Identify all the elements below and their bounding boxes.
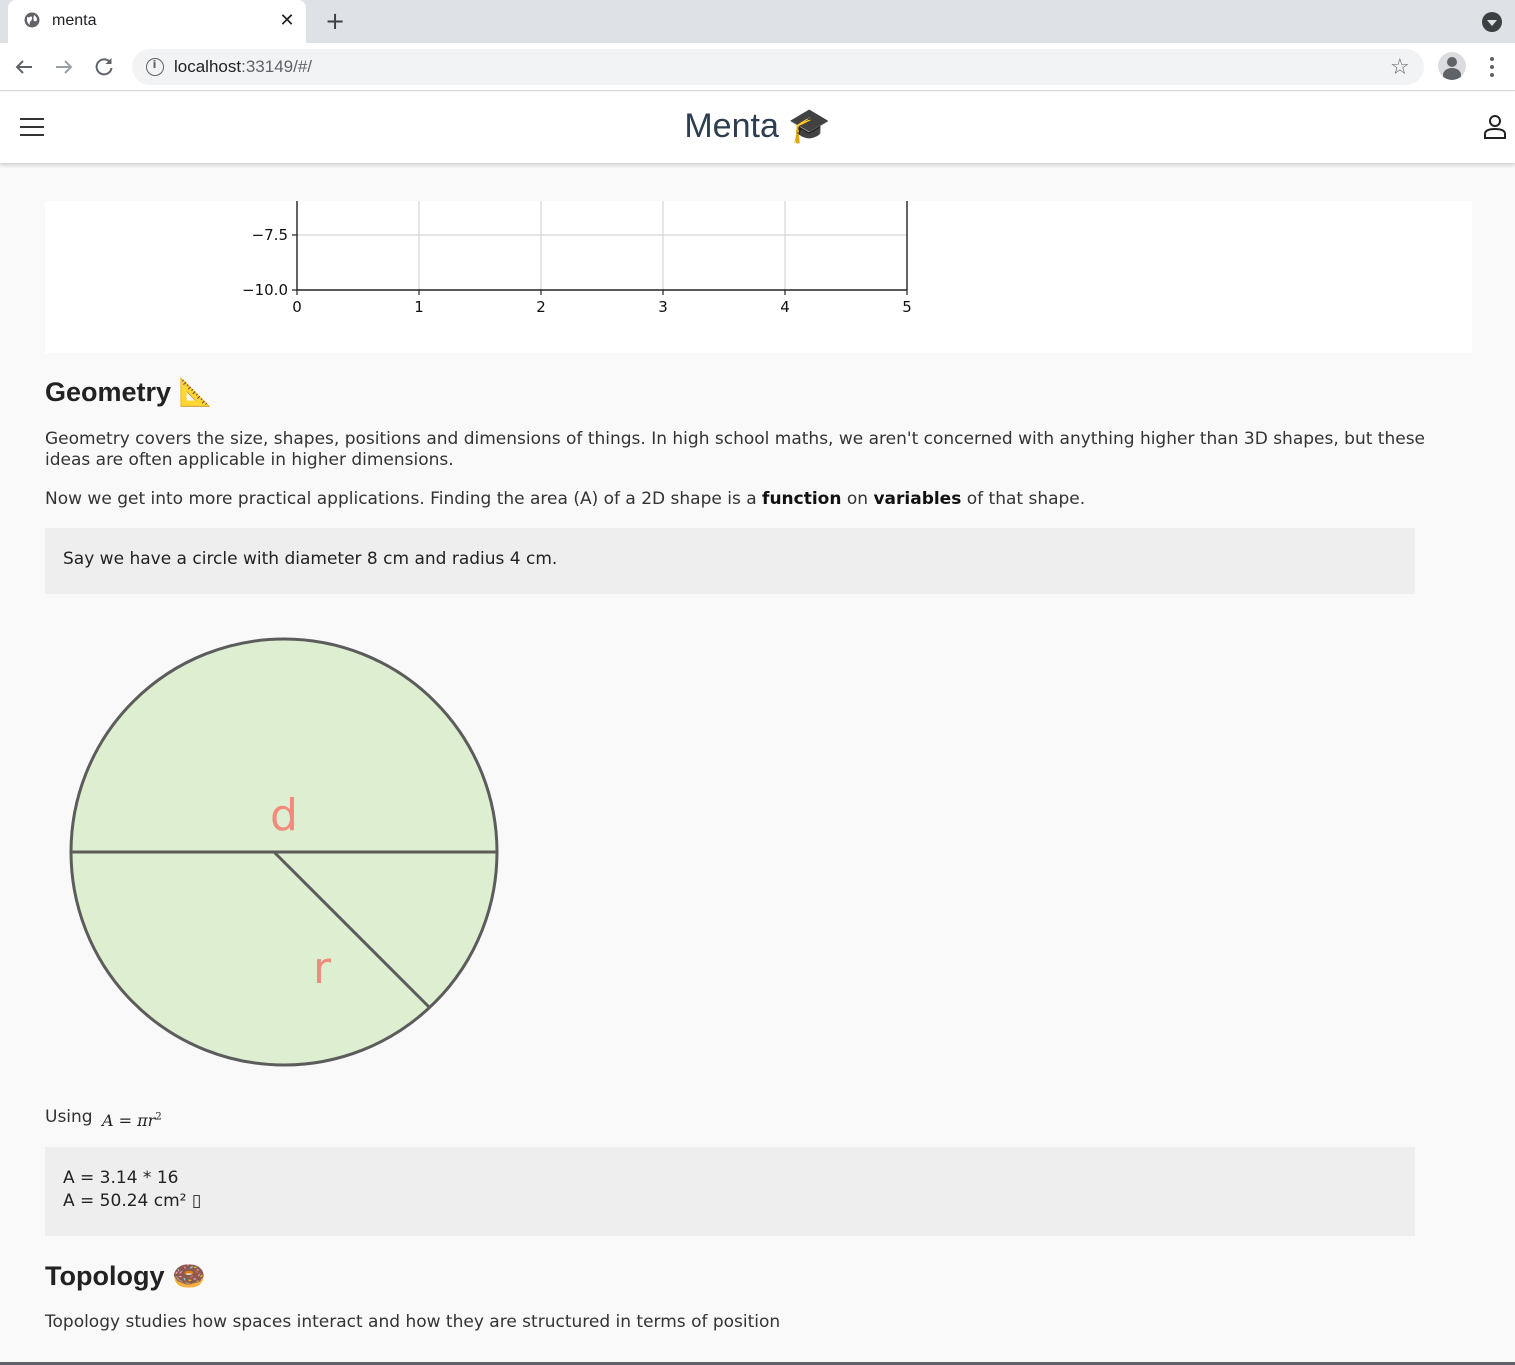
calculation-block: A = 3.14 * 16 A = 50.24 cm² ▯: [45, 1147, 1415, 1236]
user-account-icon[interactable]: [1483, 114, 1507, 140]
chart-card: 0 1 2 3 4 5 −7.5 −10.0: [45, 201, 1472, 353]
diameter-label: d: [270, 790, 298, 841]
globe-icon: [24, 12, 40, 28]
app-title: Menta 🎓: [684, 107, 831, 145]
tab-title: menta: [52, 12, 97, 29]
address-bar[interactable]: localhost:33149/#/ ☆: [132, 49, 1424, 85]
reload-icon[interactable]: [90, 53, 118, 81]
topology-heading: Topology 🍩: [45, 1261, 206, 1291]
function-term: function: [762, 489, 842, 509]
site-info-icon[interactable]: [146, 58, 164, 76]
y-tick-label: −10.0: [242, 281, 288, 299]
line-chart: 0 1 2 3 4 5 −7.5 −10.0: [242, 201, 912, 316]
new-tab-button[interactable]: +: [322, 8, 348, 34]
using-label: Using: [45, 1107, 93, 1127]
circle-note: Say we have a circle with diameter 8 cm …: [45, 528, 1415, 594]
browser-tab[interactable]: menta ✕: [8, 0, 306, 43]
variables-term: variables: [873, 489, 962, 509]
browser-toolbar: localhost:33149/#/ ☆: [0, 43, 1515, 91]
x-tick-label: 3: [658, 298, 668, 316]
y-tick-label: −7.5: [252, 226, 288, 244]
geometry-paragraph-2: Now we get into more practical applicati…: [45, 489, 1086, 509]
url-text: localhost:33149/#/: [174, 57, 313, 76]
x-tick-label: 4: [780, 298, 790, 316]
tab-search-icon[interactable]: [1482, 12, 1502, 32]
x-tick-label: 0: [292, 298, 302, 316]
browser-tab-bar: menta ✕ +: [0, 0, 1515, 43]
calc-line-1: A = 3.14 * 16: [63, 1168, 179, 1188]
close-tab-icon[interactable]: ✕: [278, 12, 296, 30]
calc-line-2: A = 50.24 cm² ▯: [63, 1191, 202, 1211]
x-tick-label: 5: [902, 298, 912, 316]
x-tick-label: 2: [536, 298, 546, 316]
forward-icon[interactable]: [50, 53, 78, 81]
area-formula: A = πr2: [102, 1111, 162, 1130]
profile-avatar-icon[interactable]: [1438, 52, 1466, 80]
geometry-paragraph-1: Geometry covers the size, shapes, positi…: [45, 429, 1426, 470]
main-content: 0 1 2 3 4 5 −7.5 −10.0 Geometry 📐 Geometry cove…: [0, 163, 1515, 1362]
topology-paragraph-1: Topology studies how spaces interact and…: [45, 1312, 781, 1332]
formula-line: Using A = πr2: [45, 1107, 162, 1130]
app-header: Menta 🎓: [0, 92, 1515, 163]
bookmark-star-icon[interactable]: ☆: [1390, 55, 1410, 80]
back-icon[interactable]: [10, 53, 38, 81]
geometry-heading: Geometry 📐: [45, 377, 213, 407]
x-tick-label: 1: [414, 298, 424, 316]
circle-diagram: d r: [68, 636, 500, 1068]
note-text: Say we have a circle with diameter 8 cm …: [63, 549, 558, 569]
browser-menu-icon[interactable]: [1480, 55, 1504, 79]
radius-label: r: [313, 943, 332, 994]
